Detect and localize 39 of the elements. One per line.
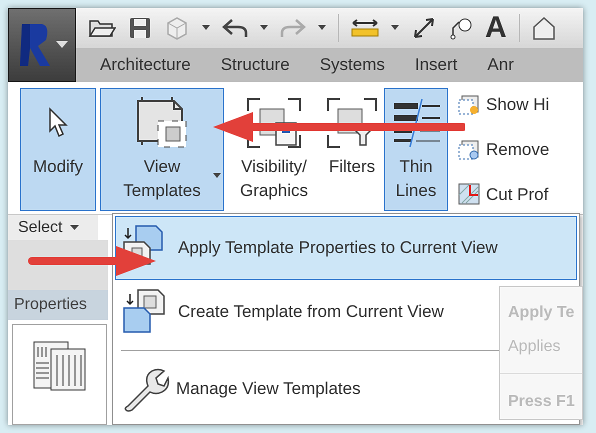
properties-tab[interactable]: Properties bbox=[8, 290, 108, 320]
ribbon-tab[interactable]: Structure bbox=[220, 52, 290, 78]
panel-label-bar[interactable]: Select bbox=[8, 215, 98, 240]
house-icon[interactable] bbox=[532, 15, 556, 41]
tooltip-help: Press F1 bbox=[508, 392, 576, 412]
ribbon-tab[interactable]: Systems bbox=[320, 52, 385, 78]
aligned-dimension-icon[interactable] bbox=[411, 15, 437, 41]
caret-icon bbox=[56, 41, 68, 49]
panel-label: Select bbox=[18, 218, 62, 238]
type-schedule-icon bbox=[32, 341, 86, 391]
ribbon-button[interactable]: Thin Lines bbox=[384, 88, 448, 211]
filter-icon bbox=[324, 95, 380, 151]
cursor-icon bbox=[47, 107, 69, 139]
caret-icon bbox=[70, 224, 80, 230]
ribbon-tab[interactable]: Insert bbox=[414, 52, 458, 78]
ribbon-button[interactable]: Modify bbox=[20, 88, 96, 211]
ribbon-small-button[interactable]: Remove bbox=[458, 136, 550, 162]
show-hidden-icon bbox=[458, 94, 480, 116]
caret-icon[interactable] bbox=[260, 25, 268, 31]
application-menu-button[interactable] bbox=[8, 8, 76, 82]
undo-icon[interactable] bbox=[222, 17, 248, 39]
save-icon[interactable] bbox=[128, 16, 152, 40]
caret-icon[interactable] bbox=[391, 25, 399, 31]
remove-hidden-icon bbox=[458, 138, 480, 160]
caret-icon[interactable] bbox=[318, 25, 326, 31]
ribbon-small-button[interactable]: Cut Prof bbox=[458, 182, 550, 207]
caret-icon[interactable] bbox=[202, 25, 210, 31]
ribbon-small-button[interactable]: Show Hi bbox=[458, 92, 550, 118]
text-tool-icon[interactable]: A bbox=[485, 13, 507, 43]
cut-profile-icon bbox=[458, 183, 480, 206]
dimension-icon[interactable] bbox=[351, 17, 379, 39]
ribbon-tab[interactable]: Architecture bbox=[100, 52, 191, 78]
ribbon-tab[interactable]: Anr bbox=[487, 52, 514, 78]
wrench-icon bbox=[122, 366, 170, 412]
tooltip-title: Apply Te bbox=[508, 303, 576, 323]
menu-item[interactable]: Apply Template Properties to Current View bbox=[115, 216, 577, 280]
tag-icon[interactable] bbox=[449, 16, 473, 40]
ribbon-button[interactable]: View Templates bbox=[100, 88, 224, 211]
tooltip-description: Applies bbox=[508, 337, 562, 357]
